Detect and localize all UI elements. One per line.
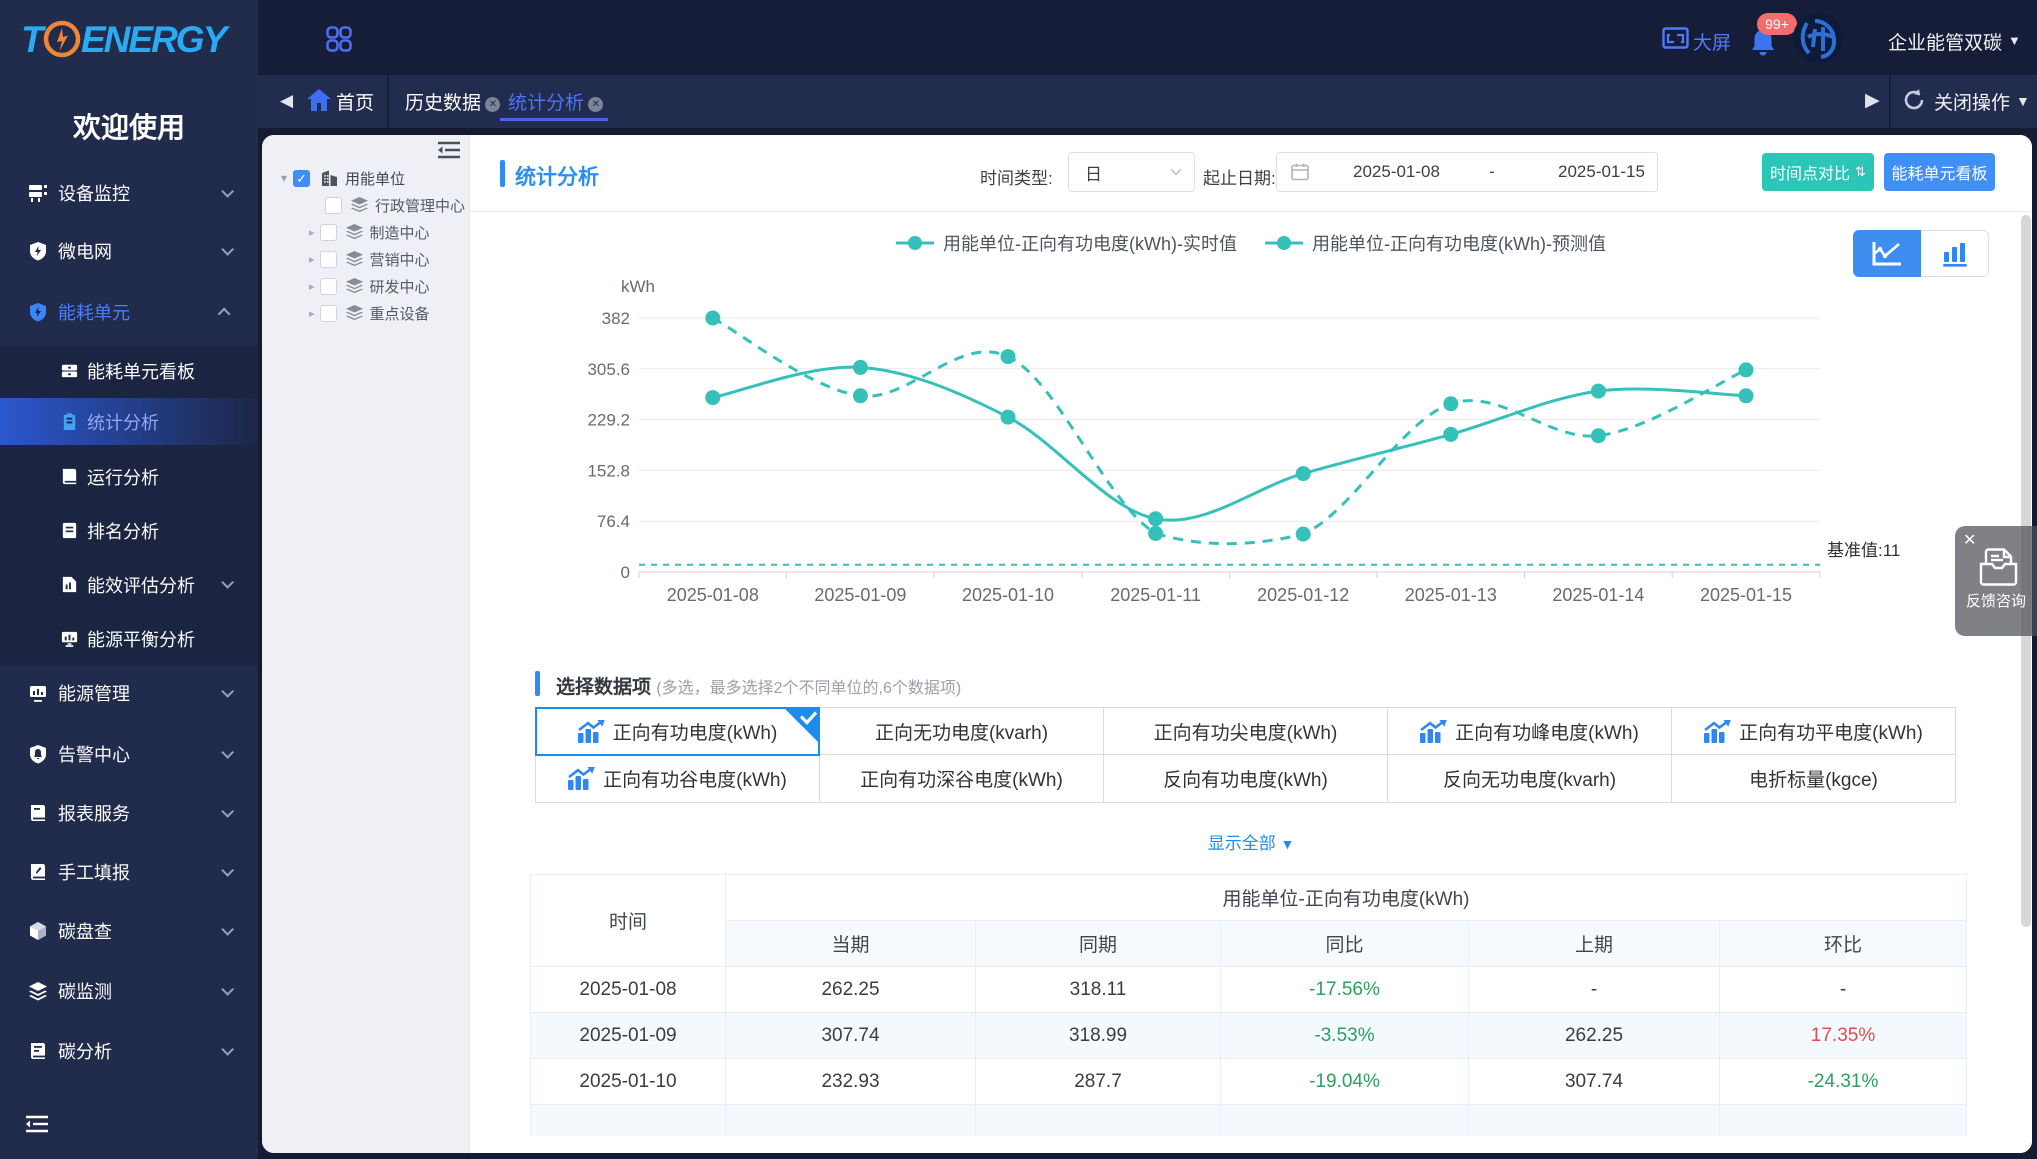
svg-text:152.8: 152.8 — [587, 461, 630, 480]
svg-text:2025-01-10: 2025-01-10 — [962, 585, 1054, 605]
svg-text:305.6: 305.6 — [587, 360, 630, 379]
svg-text:2025-01-13: 2025-01-13 — [1405, 585, 1497, 605]
svg-text:2025-01-08: 2025-01-08 — [667, 585, 759, 605]
svg-text:76.4: 76.4 — [597, 512, 630, 531]
svg-text:T: T — [21, 19, 47, 60]
svg-text:基准值:11: 基准值:11 — [1827, 541, 1900, 560]
svg-text:kWh: kWh — [621, 277, 655, 296]
svg-text:229.2: 229.2 — [587, 411, 630, 430]
svg-text:2025-01-12: 2025-01-12 — [1257, 585, 1349, 605]
svg-text:ENERGY: ENERGY — [81, 19, 231, 60]
svg-text:0: 0 — [621, 563, 630, 582]
svg-text:2025-01-15: 2025-01-15 — [1700, 585, 1792, 605]
svg-text:382: 382 — [602, 309, 630, 328]
svg-text:2025-01-09: 2025-01-09 — [814, 585, 906, 605]
svg-text:2025-01-11: 2025-01-11 — [1110, 585, 1201, 605]
svg-text:2025-01-14: 2025-01-14 — [1552, 585, 1644, 605]
